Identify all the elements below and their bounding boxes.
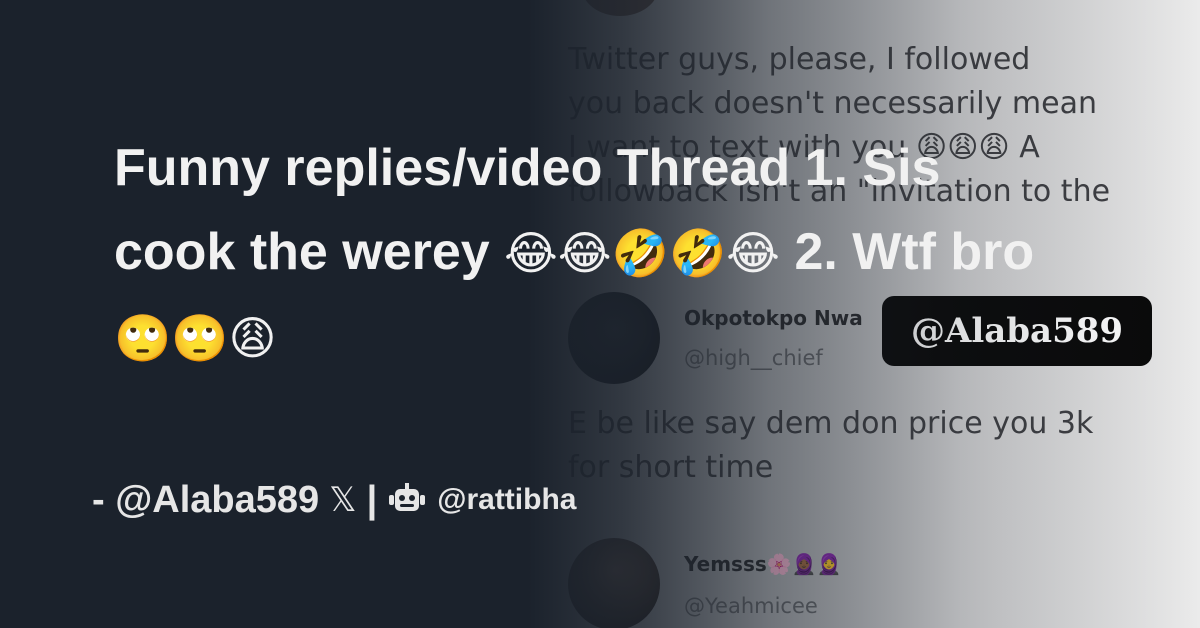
emoji-group: 🙄🙄😩 <box>114 311 277 365</box>
emoji-group: 😂😂🤣🤣😂 <box>504 226 780 280</box>
reply-author-handle: @Yeahmicee <box>684 594 818 618</box>
headline-text: 2. Wtf bro <box>794 223 1035 281</box>
x-logo-icon: 𝕏 <box>329 480 357 520</box>
attribution-footer: - @Alaba589 𝕏 | @rattibha <box>92 474 576 526</box>
thread-headline: Funny replies/video Thread 1. Sis cook t… <box>114 126 1074 380</box>
author-handle[interactable]: - @Alaba589 <box>92 479 319 522</box>
site-credit[interactable]: @rattibha <box>437 483 576 517</box>
reply-text: E be like say dem don price you 3k for s… <box>568 406 1094 485</box>
avatar <box>568 538 660 628</box>
divider: | <box>366 478 378 521</box>
share-card: Twitter guys, please, I followed you bac… <box>0 0 1200 628</box>
avatar <box>582 0 658 16</box>
robot-icon <box>387 483 427 517</box>
reply-author-name: Yemsss🌸🧕🏾🧕 <box>684 552 842 576</box>
